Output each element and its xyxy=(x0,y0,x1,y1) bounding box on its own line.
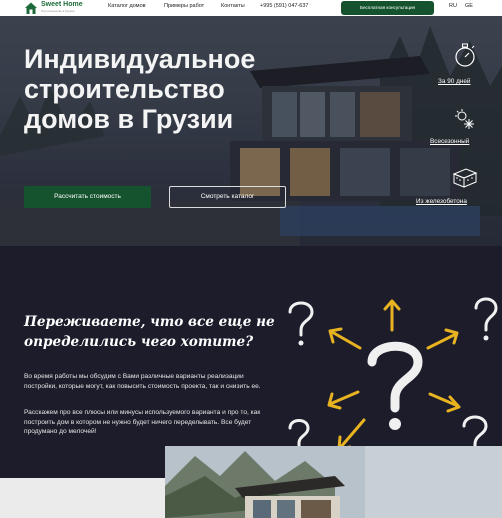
nav-contacts[interactable]: Контакты xyxy=(221,3,245,9)
lang-ge[interactable]: GE xyxy=(465,3,473,9)
lang-ru[interactable]: RU xyxy=(449,3,457,9)
calculate-cost-button[interactable]: Рассчитать стоимость xyxy=(24,186,151,208)
feature-concrete-label: Из железобетона xyxy=(416,198,467,205)
stopwatch-icon xyxy=(455,43,475,67)
hero-title: Индивидуальное строительство домов в Гру… xyxy=(24,44,256,134)
undecided-section: Переживаете, что все еще не определились… xyxy=(0,246,502,478)
undecided-paragraph-1: Во время работы мы обсудим с Вами различ… xyxy=(24,373,261,390)
concrete-block-icon xyxy=(452,168,478,188)
undecided-title: Переживаете, что все еще не определились… xyxy=(24,314,275,350)
logo-subtitle: Строительство в Грузии xyxy=(41,9,75,13)
bottom-house-photo xyxy=(165,446,502,518)
undecided-paragraph-2: Расскажем про все плюсы или минусы испол… xyxy=(24,409,261,435)
hero-section: Индивидуальное строительство домов в Гру… xyxy=(0,16,502,246)
feature-all-season-label: Всесезонный xyxy=(430,138,470,145)
logo-title: Sweet Home xyxy=(41,1,83,8)
house-photo-image xyxy=(165,446,502,518)
feature-90-days-label: За 90 дней xyxy=(438,78,471,85)
consultation-button[interactable]: Бесплатная консультация xyxy=(341,1,434,15)
site-header: Sweet Home Строительство в Грузии Катало… xyxy=(0,0,502,16)
nav-works[interactable]: Примеры работ xyxy=(164,3,204,9)
house-logo-icon xyxy=(25,2,37,14)
snowflake-sun-icon xyxy=(455,109,474,129)
view-catalog-button[interactable]: Смотреть каталог xyxy=(169,186,286,208)
nav-catalog[interactable]: Каталог домов xyxy=(108,3,146,9)
phone-link[interactable]: +995 (591) 047-637 xyxy=(260,3,308,9)
